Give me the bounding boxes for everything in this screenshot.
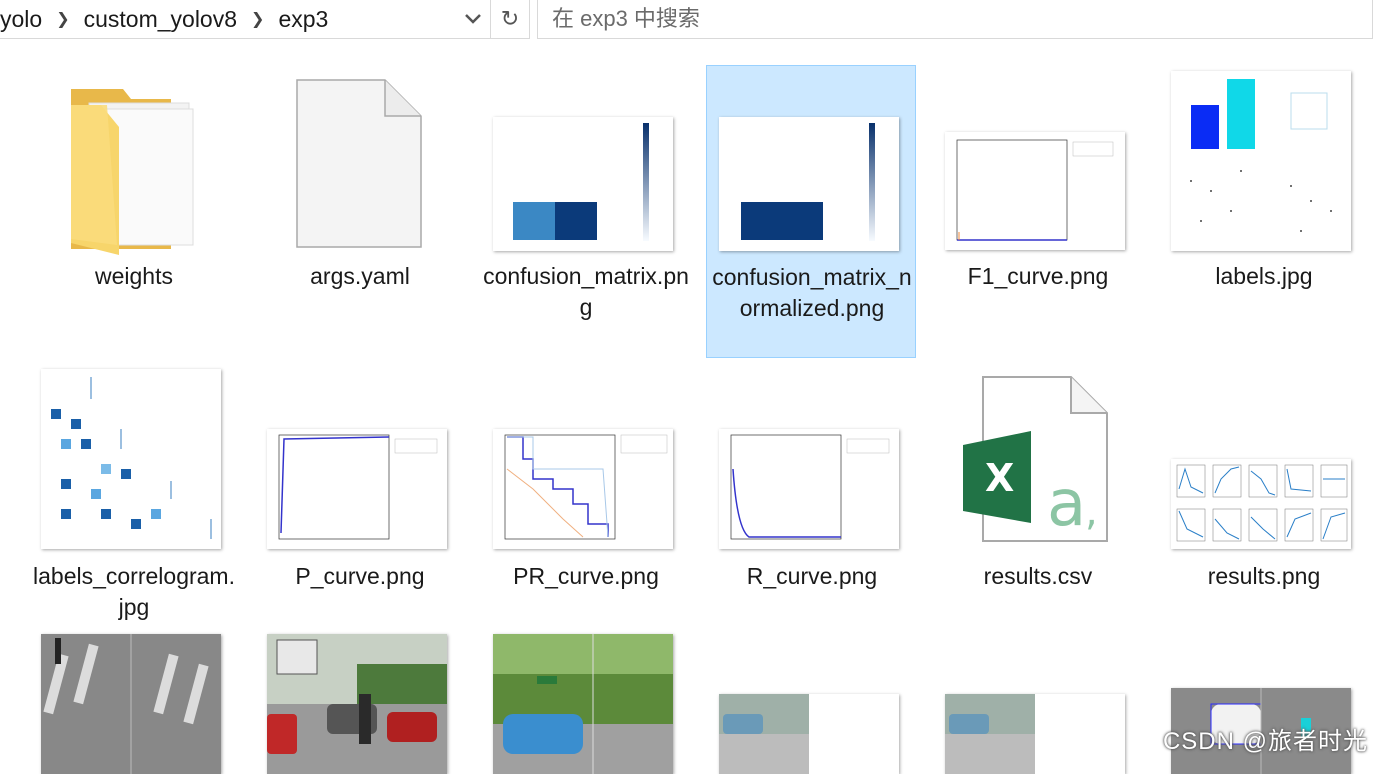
file-item[interactable] <box>935 630 1141 774</box>
file-item[interactable]: PR_curve.png <box>483 365 689 625</box>
image-thumbnail <box>945 694 1125 774</box>
file-item[interactable]: X a , results.csv <box>935 365 1141 625</box>
chevron-down-icon[interactable] <box>458 0 488 38</box>
image-thumbnail <box>1161 65 1367 255</box>
file-item[interactable]: F1_curve.png <box>935 65 1141 357</box>
search-box[interactable] <box>537 0 1373 39</box>
file-item[interactable]: args.yaml <box>257 65 463 357</box>
file-item[interactable]: P_curve.png <box>257 365 463 625</box>
file-name: R_curve.png <box>746 563 878 589</box>
image-thumbnail <box>1161 365 1367 555</box>
file-item[interactable] <box>483 630 689 774</box>
file-name: args.yaml <box>310 263 410 289</box>
image-thumbnail <box>935 65 1141 255</box>
file-item[interactable] <box>257 630 463 774</box>
image-thumbnail <box>483 65 689 255</box>
file-name: results.png <box>1207 563 1321 589</box>
file-name: confusion_matrix.png <box>483 263 689 320</box>
file-item-selected[interactable]: confusion_matrix_normalized.png <box>706 65 916 358</box>
refresh-icon[interactable]: ↻ <box>490 0 529 38</box>
file-name: PR_curve.png <box>513 563 659 589</box>
folder-icon <box>31 65 237 255</box>
file-item[interactable]: labels_correlogram.jpg <box>31 365 237 625</box>
image-thumbnail <box>483 365 689 555</box>
file-item[interactable] <box>709 630 915 774</box>
excel-csv-icon: X a , <box>935 365 1141 555</box>
file-name: labels.jpg <box>1215 263 1313 289</box>
image-thumbnail <box>257 365 463 555</box>
svg-text:X: X <box>985 456 1014 500</box>
image-thumbnail <box>707 66 913 256</box>
file-item[interactable]: results.png <box>1161 365 1367 625</box>
file-name: labels_correlogram.jpg <box>33 563 235 620</box>
breadcrumb-yolo[interactable]: yolo <box>0 6 42 33</box>
file-item[interactable]: confusion_matrix.png <box>483 65 689 357</box>
file-item[interactable]: labels.jpg <box>1161 65 1367 357</box>
image-thumbnail <box>719 694 899 774</box>
file-name: F1_curve.png <box>967 263 1109 289</box>
image-thumbnail <box>493 634 673 774</box>
breadcrumb-custom-yolov8[interactable]: custom_yolov8 <box>84 6 237 33</box>
address-bar[interactable]: yolo ❯ custom_yolov8 ❯ exp3 ↻ <box>0 0 530 39</box>
svg-text:,: , <box>1085 489 1098 535</box>
breadcrumb-exp3[interactable]: exp3 <box>278 6 328 33</box>
file-name: weights <box>95 263 173 289</box>
image-thumbnail <box>31 365 237 555</box>
svg-text:a: a <box>1047 467 1086 541</box>
image-thumbnail <box>41 634 221 774</box>
file-item[interactable] <box>31 630 237 774</box>
watermark: CSDN @旅者时光 <box>1162 728 1368 755</box>
blank-file-icon <box>257 65 463 255</box>
chevron-right-icon[interactable]: ❯ <box>251 9 264 29</box>
folder-item[interactable]: weights <box>31 65 237 357</box>
image-thumbnail <box>709 365 915 555</box>
file-name: confusion_matrix_normalized.png <box>712 264 912 321</box>
file-name: P_curve.png <box>295 563 425 589</box>
file-name: results.csv <box>983 563 1093 589</box>
chevron-right-icon[interactable]: ❯ <box>56 9 69 29</box>
search-input[interactable] <box>550 5 1334 33</box>
file-item[interactable]: R_curve.png <box>709 365 915 625</box>
image-thumbnail <box>267 634 447 774</box>
